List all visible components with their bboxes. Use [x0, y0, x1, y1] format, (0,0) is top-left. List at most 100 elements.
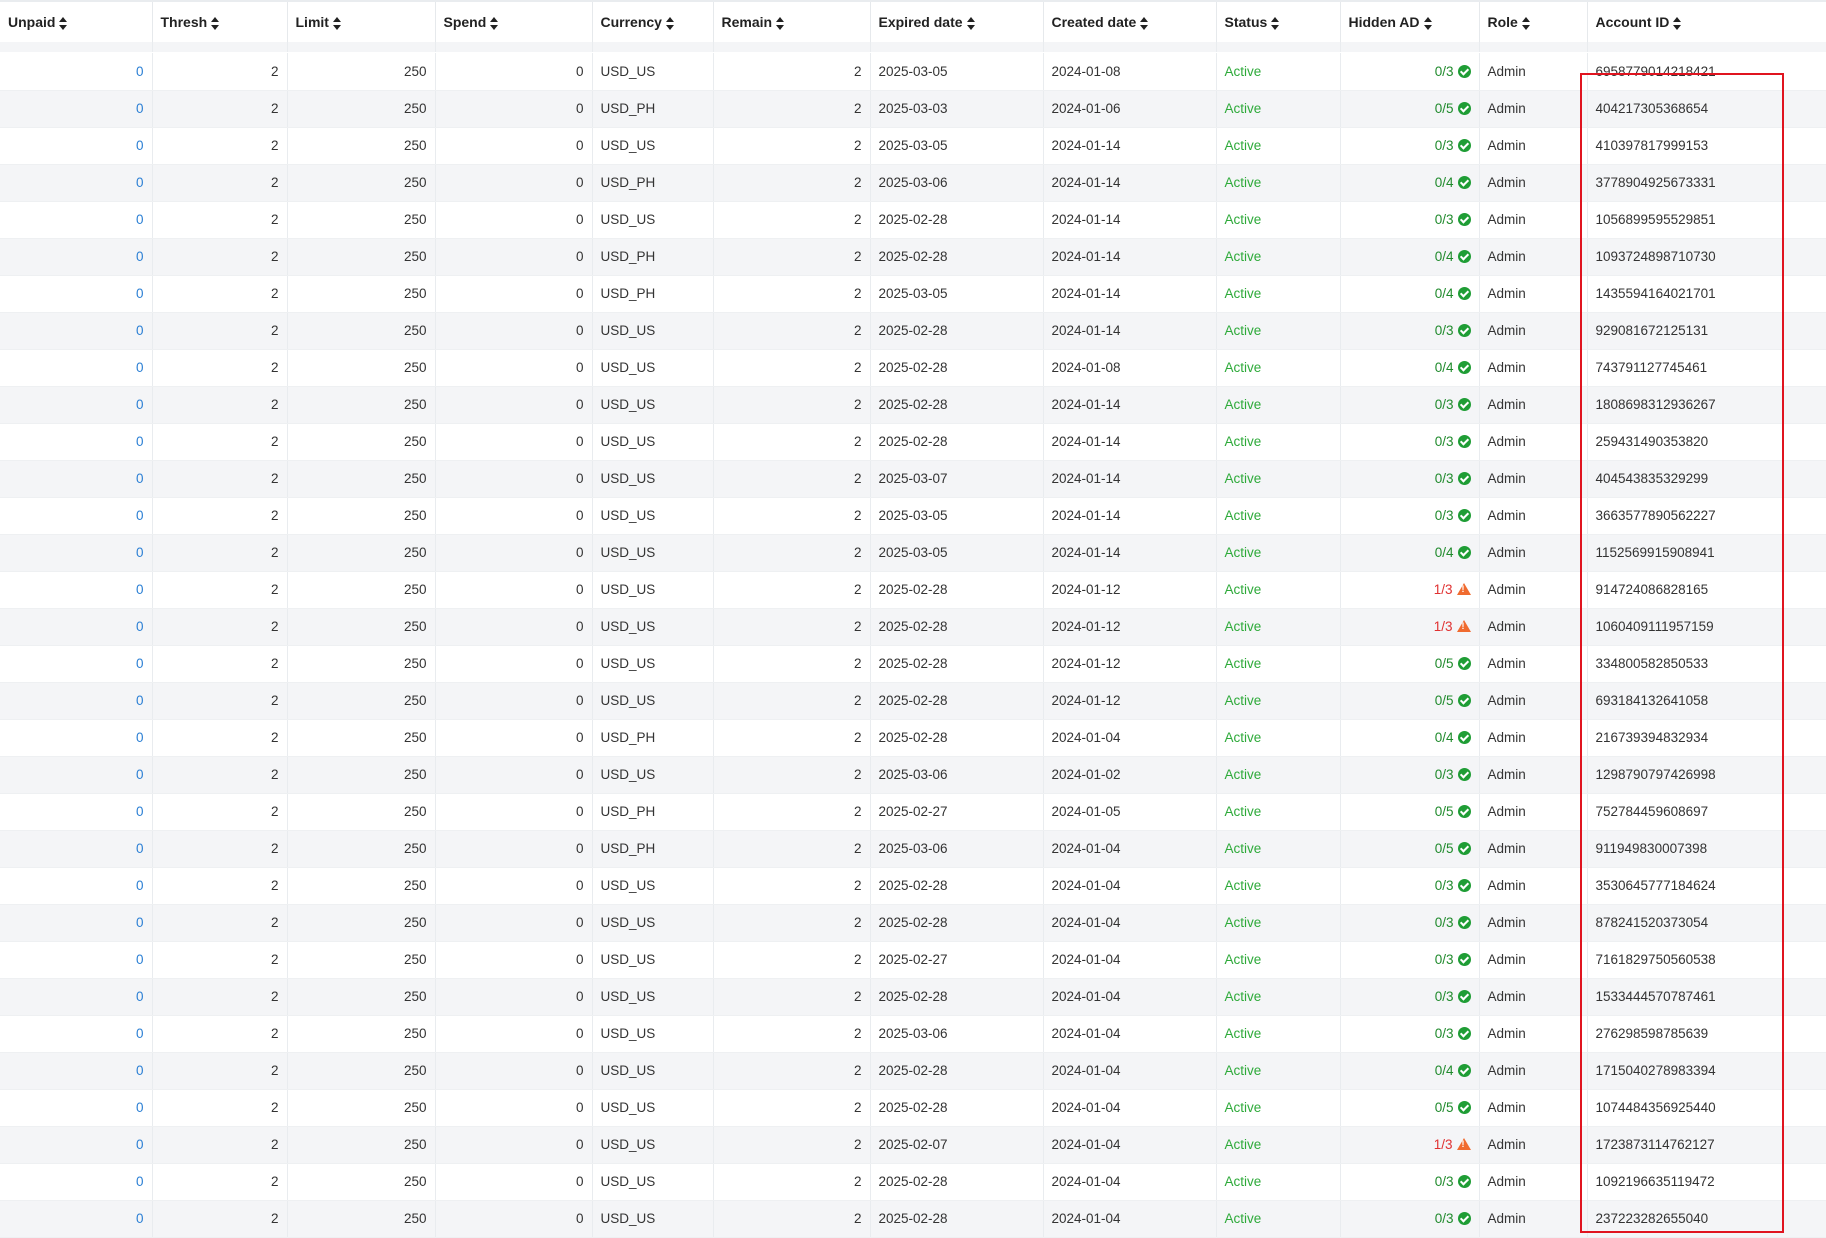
unpaid-cell-value[interactable]: 0 [136, 841, 144, 856]
unpaid-cell-value[interactable]: 0 [136, 286, 144, 301]
table-row[interactable]: 0 2 250 0 USD_US 2 2025-02-28 2024-01-12 Active 1… [0, 608, 1826, 646]
table-row[interactable]: 0 2 250 0 USD_PH 2 2025-02-27 2024-01-05 Active 0… [0, 793, 1826, 831]
unpaid-cell[interactable]: 0 [0, 867, 153, 905]
unpaid-cell[interactable]: 0 [0, 423, 153, 461]
sort-icon[interactable] [1673, 17, 1682, 31]
unpaid-cell-value[interactable]: 0 [136, 471, 144, 486]
unpaid-cell-value[interactable]: 0 [136, 434, 144, 449]
unpaid-cell[interactable]: 0 [0, 201, 153, 239]
table-row[interactable]: 0 2 250 0 USD_US 2 2025-03-06 2024-01-02 Active 0… [0, 756, 1826, 794]
table-row[interactable]: 0 2 250 0 USD_US 2 2025-03-07 2024-01-14 Active 0… [0, 460, 1826, 498]
table-row[interactable]: 0 2 250 0 USD_US 2 2025-02-28 2024-01-12 Active 0… [0, 645, 1826, 683]
table-row[interactable]: 0 2 250 0 USD_US 2 2025-02-28 2024-01-04 Active 0… [0, 904, 1826, 942]
unpaid-cell[interactable]: 0 [0, 1089, 153, 1127]
column-header-role[interactable]: Role [1479, 0, 1588, 44]
unpaid-cell[interactable]: 0 [0, 1052, 153, 1090]
unpaid-cell[interactable]: 0 [0, 460, 153, 498]
sort-icon[interactable] [1423, 17, 1432, 31]
sort-icon[interactable] [211, 17, 220, 31]
unpaid-cell[interactable]: 0 [0, 534, 153, 572]
column-header-hidden[interactable]: Hidden AD [1340, 0, 1480, 44]
unpaid-cell-value[interactable]: 0 [136, 878, 144, 893]
table-row[interactable]: 0 2 250 0 USD_US 2 2025-02-28 2024-01-04 Active 0… [0, 978, 1826, 1016]
table-row[interactable]: 0 2 250 0 USD_US 2 2025-02-28 2024-01-08 Active 0… [0, 349, 1826, 387]
table-row[interactable]: 0 2 250 0 USD_PH 2 2025-03-03 2024-01-06 Active 0… [0, 90, 1826, 128]
unpaid-cell[interactable]: 0 [0, 904, 153, 942]
unpaid-cell[interactable]: 0 [0, 127, 153, 165]
unpaid-cell-value[interactable]: 0 [136, 619, 144, 634]
table-row[interactable]: 0 2 250 0 USD_PH 2 2025-03-06 2024-01-14 Active 0… [0, 164, 1826, 202]
table-row[interactable]: 0 2 250 0 USD_US 2 2025-02-28 2024-01-14 Active 0… [0, 386, 1826, 424]
column-header-unpaid[interactable]: Unpaid [0, 0, 153, 44]
unpaid-cell-value[interactable]: 0 [136, 952, 144, 967]
unpaid-cell-value[interactable]: 0 [136, 1100, 144, 1115]
table-row[interactable]: 0 2 250 0 USD_US 2 2025-02-28 2024-01-14 Active 0… [0, 423, 1826, 461]
unpaid-cell[interactable]: 0 [0, 978, 153, 1016]
unpaid-cell[interactable]: 0 [0, 275, 153, 313]
unpaid-cell-value[interactable]: 0 [136, 989, 144, 1004]
column-header-currency[interactable]: Currency [592, 0, 714, 44]
unpaid-cell[interactable]: 0 [0, 941, 153, 979]
unpaid-cell-value[interactable]: 0 [136, 915, 144, 930]
table-row[interactable]: 0 2 250 0 USD_US 2 2025-02-28 2024-01-04 Active 0… [0, 867, 1826, 905]
unpaid-cell[interactable]: 0 [0, 90, 153, 128]
unpaid-cell-value[interactable]: 0 [136, 1063, 144, 1078]
table-row[interactable]: 0 2 250 0 USD_US 2 2025-02-28 2024-01-04 Active 0… [0, 1089, 1826, 1127]
unpaid-cell-value[interactable]: 0 [136, 397, 144, 412]
unpaid-cell-value[interactable]: 0 [136, 1211, 144, 1226]
table-row[interactable]: 0 2 250 0 USD_US 2 2025-03-05 2024-01-14 Active 0… [0, 127, 1826, 165]
table-row[interactable]: 0 2 250 0 USD_US 2 2025-02-28 2024-01-04 Active 0… [0, 1052, 1826, 1090]
unpaid-cell[interactable]: 0 [0, 793, 153, 831]
unpaid-cell-value[interactable]: 0 [136, 582, 144, 597]
unpaid-cell[interactable]: 0 [0, 497, 153, 535]
sort-icon[interactable] [1521, 17, 1530, 31]
table-row[interactable]: 0 2 250 0 USD_US 2 2025-02-28 2024-01-14 Active 0… [0, 312, 1826, 350]
unpaid-cell[interactable]: 0 [0, 1200, 153, 1238]
table-row[interactable]: 0 2 250 0 USD_PH 2 2025-02-28 2024-01-14 Active 0… [0, 238, 1826, 276]
table-row[interactable]: 0 2 250 0 USD_US 2 2025-02-07 2024-01-04 Active 1… [0, 1126, 1826, 1164]
column-header-created[interactable]: Created date [1043, 0, 1217, 44]
unpaid-cell[interactable]: 0 [0, 682, 153, 720]
column-header-account-id[interactable]: Account ID [1587, 0, 1826, 44]
sort-icon[interactable] [332, 17, 341, 31]
unpaid-cell[interactable]: 0 [0, 164, 153, 202]
table-row[interactable]: 0 2 250 0 USD_PH 2 2025-03-05 2024-01-14 Active 0… [0, 275, 1826, 313]
unpaid-cell[interactable]: 0 [0, 756, 153, 794]
unpaid-cell[interactable]: 0 [0, 386, 153, 424]
unpaid-cell-value[interactable]: 0 [136, 508, 144, 523]
sort-icon[interactable] [59, 17, 68, 31]
unpaid-cell-value[interactable]: 0 [136, 360, 144, 375]
table-row[interactable]: 0 2 250 0 USD_US 2 2025-02-28 2024-01-12 Active 0… [0, 682, 1826, 720]
sort-icon[interactable] [490, 17, 499, 31]
table-row[interactable]: 0 2 250 0 USD_US 2 2025-03-05 2024-01-08 Active 0… [0, 53, 1826, 91]
unpaid-cell[interactable]: 0 [0, 53, 153, 91]
unpaid-cell[interactable]: 0 [0, 719, 153, 757]
unpaid-cell[interactable]: 0 [0, 571, 153, 609]
unpaid-cell-value[interactable]: 0 [136, 64, 144, 79]
unpaid-cell[interactable]: 0 [0, 312, 153, 350]
table-row[interactable]: 0 2 250 0 USD_US 2 2025-03-06 2024-01-04 Active 0… [0, 1015, 1826, 1053]
column-header-thresh[interactable]: Thresh [152, 0, 288, 44]
unpaid-cell[interactable]: 0 [0, 1126, 153, 1164]
column-header-remain[interactable]: Remain [713, 0, 871, 44]
unpaid-cell-value[interactable]: 0 [136, 323, 144, 338]
unpaid-cell-value[interactable]: 0 [136, 101, 144, 116]
sort-icon[interactable] [1271, 17, 1280, 31]
column-header-expired[interactable]: Expired date [870, 0, 1044, 44]
unpaid-cell-value[interactable]: 0 [136, 804, 144, 819]
unpaid-cell-value[interactable]: 0 [136, 693, 144, 708]
unpaid-cell[interactable]: 0 [0, 608, 153, 646]
table-row[interactable]: 0 2 250 0 USD_PH 2 2025-03-06 2024-01-04 Active 0… [0, 830, 1826, 868]
unpaid-cell-value[interactable]: 0 [136, 656, 144, 671]
unpaid-cell[interactable]: 0 [0, 42, 153, 52]
sort-icon[interactable] [776, 17, 785, 31]
unpaid-cell-value[interactable]: 0 [136, 249, 144, 264]
table-row[interactable]: 0 2 250 0 USD_US 2 2025-03-05 2024-01-14 Active 0… [0, 497, 1826, 535]
table-row[interactable]: 0 2 250 0 USD_US 2 2025-02-28 2024-01-14 Active 0… [0, 201, 1826, 239]
unpaid-cell[interactable]: 0 [0, 349, 153, 387]
unpaid-cell-value[interactable]: 0 [136, 1026, 144, 1041]
table-row[interactable]: 0 2 250 0 USD_US 2 2025-02-28 2024-01-04 Active 0… [0, 1163, 1826, 1201]
table-row[interactable]: 0 2 250 0 USD_US 2 2025-03-05 2024-01-14 Active 0… [0, 534, 1826, 572]
unpaid-cell[interactable]: 0 [0, 645, 153, 683]
unpaid-cell-value[interactable]: 0 [136, 212, 144, 227]
